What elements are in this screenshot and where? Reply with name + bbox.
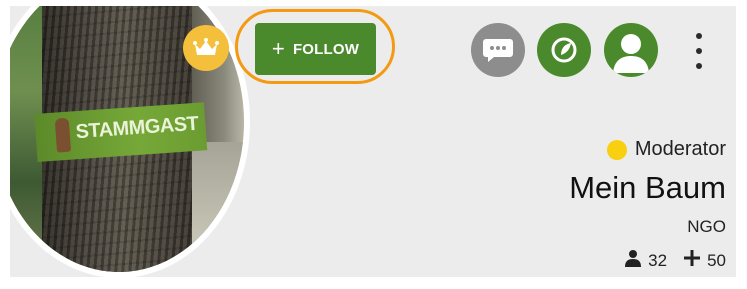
kebab-dot: [696, 48, 702, 54]
ground-background: [184, 142, 244, 272]
banner-text: STAMMGAST: [74, 112, 200, 144]
followers-count[interactable]: 32: [648, 251, 667, 271]
leaf-action-button[interactable]: [537, 23, 591, 77]
profile-avatar-button[interactable]: [604, 23, 658, 77]
following-count[interactable]: 50: [707, 251, 726, 271]
kebab-dot: [696, 63, 702, 69]
plus-icon: +: [271, 36, 285, 61]
profile-name: Mein Baum: [569, 170, 726, 205]
org-type: NGO: [687, 217, 726, 236]
kebab-dot: [696, 33, 702, 39]
follow-label: FOLLOW: [292, 40, 360, 58]
profile-header: STAMMGAST + FOLLOW Moderator Mein Baum N…: [10, 6, 736, 277]
chat-button[interactable]: [471, 23, 525, 77]
leaf-circle-icon: [551, 37, 577, 63]
more-vertical-icon[interactable]: [691, 33, 707, 69]
follow-button[interactable]: + FOLLOW: [255, 23, 376, 75]
moderator-badge-dot: [606, 139, 627, 160]
role-row: Moderator: [606, 138, 726, 161]
plus-icon: [683, 249, 701, 272]
role-label: Moderator: [634, 138, 726, 160]
crown-badge: [183, 25, 229, 71]
person-icon: [624, 249, 642, 272]
stats-row: 32 50: [624, 249, 726, 272]
chat-bubble-icon: [483, 39, 513, 62]
banner-mascot: [54, 117, 72, 153]
crown-icon: [193, 38, 219, 55]
user-icon: [613, 34, 649, 73]
